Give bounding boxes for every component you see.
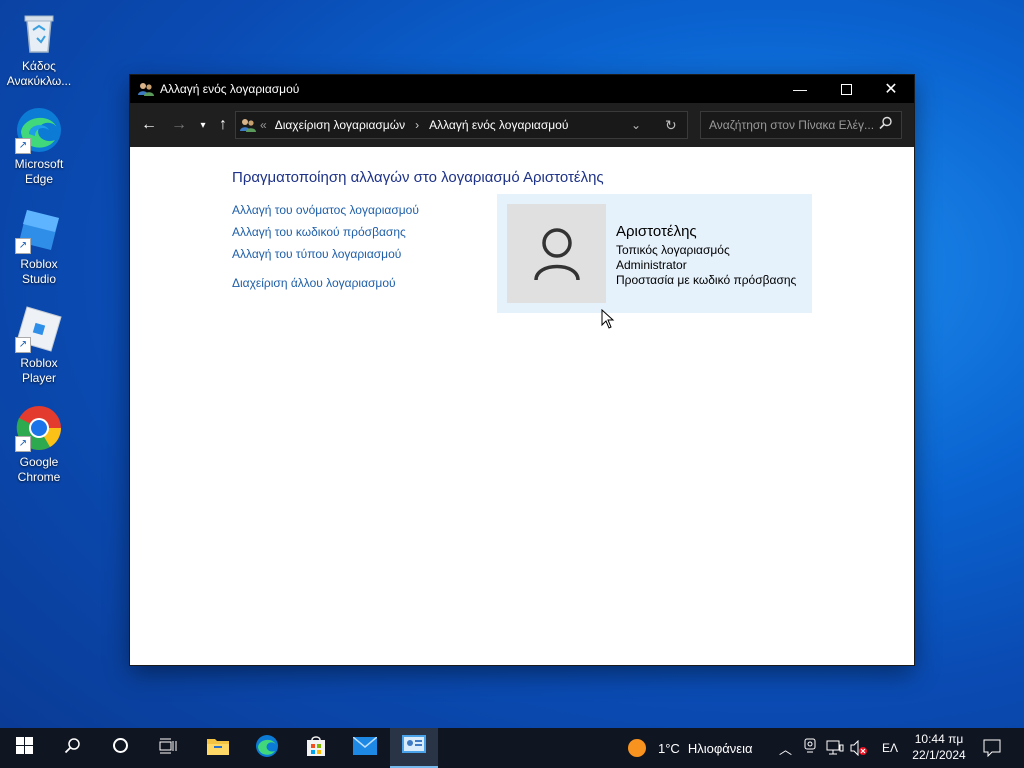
maximize-icon xyxy=(840,83,852,95)
forward-arrow-icon: → xyxy=(171,116,187,133)
window-title: Αλλαγή ενός λογαριασμού xyxy=(160,82,300,96)
desktop-icon-label: Roblox Player xyxy=(20,356,58,385)
input-language-indicator[interactable]: ΕΛ xyxy=(882,741,898,755)
content-area: Πραγματοποίηση αλλαγών στο λογαριασμό Αρ… xyxy=(130,147,914,665)
desktop-icon-roblox-studio[interactable]: ↗ Roblox Studio xyxy=(2,206,76,287)
mail-icon xyxy=(352,735,378,760)
breadcrumb-chevron-icon: › xyxy=(415,118,420,132)
edge-icon: ↗ xyxy=(15,106,63,154)
weather-temperature: 1°C xyxy=(658,740,680,756)
back-button[interactable]: ← xyxy=(138,114,160,136)
file-explorer-button[interactable] xyxy=(194,728,242,768)
start-button[interactable] xyxy=(0,728,48,768)
forward-button[interactable]: → xyxy=(168,114,190,136)
account-name: Αριστοτέλης xyxy=(616,223,697,240)
control-panel-icon xyxy=(402,734,426,760)
search-icon xyxy=(64,737,81,759)
sun-icon xyxy=(628,739,646,757)
mail-button[interactable] xyxy=(341,728,389,768)
cortana-button[interactable] xyxy=(96,728,144,768)
shortcut-arrow-icon: ↗ xyxy=(15,337,31,353)
edge-taskbar-button[interactable] xyxy=(243,728,291,768)
address-bar[interactable]: « Διαχείριση λογαριασμών › Αλλαγή ενός λ… xyxy=(235,111,688,139)
window-titlebar[interactable]: Αλλαγή ενός λογαριασμού — ✕ xyxy=(130,75,914,103)
task-view-icon xyxy=(159,738,177,759)
search-button[interactable] xyxy=(48,728,96,768)
address-history-button[interactable]: ⌄ xyxy=(631,118,641,132)
shortcut-arrow-icon: ↗ xyxy=(15,238,31,254)
search-box[interactable]: Αναζήτηση στον Πίνακα Ελέγ... xyxy=(700,111,902,139)
account-role: Administrator xyxy=(616,258,687,272)
desktop-icon-label: Google Chrome xyxy=(17,455,61,484)
show-hidden-icons-button[interactable]: ︿ xyxy=(779,739,792,758)
weather-description: Ηλιοφάνεια xyxy=(687,740,753,756)
desktop-icon-roblox-player[interactable]: ↗ Roblox Player xyxy=(2,305,76,386)
windows-logo-icon xyxy=(15,737,33,759)
edge-icon xyxy=(255,734,279,763)
notifications-icon[interactable] xyxy=(983,739,1001,762)
meet-now-icon[interactable] xyxy=(803,738,817,759)
breadcrumb-overflow[interactable]: « xyxy=(260,118,267,132)
close-button[interactable]: ✕ xyxy=(868,75,914,103)
refresh-button[interactable]: ↻ xyxy=(665,117,677,134)
task-view-button[interactable] xyxy=(144,728,192,768)
desktop-icon-label: Κάδος Ανακύκλω... xyxy=(6,59,72,88)
clock[interactable]: 10:44 πμ 22/1/2024 xyxy=(906,731,972,763)
users-icon xyxy=(138,81,154,97)
clock-time: 10:44 πμ xyxy=(914,732,964,746)
recycle-bin-icon xyxy=(15,8,63,56)
page-title: Πραγματοποίηση αλλαγών στο λογαριασμό Αρ… xyxy=(232,169,604,186)
minimize-icon: — xyxy=(793,81,807,97)
chrome-icon: ↗ xyxy=(15,404,63,452)
breadcrumb-manage-accounts[interactable]: Διαχείριση λογαριασμών xyxy=(275,118,405,132)
clock-date: 22/1/2024 xyxy=(912,748,966,762)
control-panel-window: Αλλαγή ενός λογαριασμού — ✕ ← → ▾ ↑ « Δι… xyxy=(130,75,914,665)
mouse-cursor-icon xyxy=(601,308,615,334)
link-change-account-name[interactable]: Αλλαγή του ονόματος λογαριασμού xyxy=(232,203,419,217)
desktop-icon-chrome[interactable]: ↗ Google Chrome xyxy=(2,404,76,485)
back-arrow-icon: ← xyxy=(141,116,157,133)
account-type: Τοπικός λογαριασμός xyxy=(616,243,730,257)
roblox-player-icon: ↗ xyxy=(15,305,63,353)
user-avatar-icon xyxy=(507,204,606,303)
volume-muted-icon[interactable] xyxy=(850,739,868,761)
roblox-studio-icon: ↗ xyxy=(15,206,63,254)
shortcut-arrow-icon: ↗ xyxy=(15,436,31,452)
recent-locations-button[interactable]: ▾ xyxy=(192,114,214,136)
account-protection: Προστασία με κωδικό πρόσβασης xyxy=(616,273,797,287)
minimize-button[interactable]: — xyxy=(777,75,823,103)
chevron-down-icon: ▾ xyxy=(200,119,206,131)
desktop-icon-label: Microsoft Edge xyxy=(14,157,64,186)
search-icon[interactable] xyxy=(879,116,893,133)
folder-icon xyxy=(206,736,230,761)
desktop-icon-label: Roblox Studio xyxy=(20,257,58,286)
up-arrow-icon: ↑ xyxy=(219,116,227,133)
taskbar: 1°C Ηλιοφάνεια ︿ ΕΛ 10:44 πμ 22/1/2024 xyxy=(0,728,1024,768)
cortana-icon xyxy=(112,737,129,759)
breadcrumb-change-account[interactable]: Αλλαγή ενός λογαριασμού xyxy=(429,118,568,132)
network-icon[interactable] xyxy=(826,740,844,761)
shortcut-arrow-icon: ↗ xyxy=(15,138,31,154)
link-manage-another-account[interactable]: Διαχείριση άλλου λογαριασμού xyxy=(232,276,396,290)
up-button[interactable]: ↑ xyxy=(212,114,234,136)
store-button[interactable] xyxy=(292,728,340,768)
close-icon: ✕ xyxy=(884,81,898,98)
store-icon xyxy=(305,735,327,762)
weather-widget[interactable]: 1°C Ηλιοφάνεια xyxy=(628,728,752,768)
users-icon xyxy=(240,117,256,133)
control-panel-taskbar-button[interactable] xyxy=(390,728,438,768)
link-change-password[interactable]: Αλλαγή του κωδικού πρόσβασης xyxy=(232,225,406,239)
maximize-button[interactable] xyxy=(823,75,869,103)
navigation-bar: ← → ▾ ↑ « Διαχείριση λογαριασμών › Αλλαγ… xyxy=(130,103,914,147)
desktop-icon-recycle-bin[interactable]: Κάδος Ανακύκλω... xyxy=(2,8,76,89)
desktop-icon-edge[interactable]: ↗ Microsoft Edge xyxy=(2,106,76,187)
link-change-account-type[interactable]: Αλλαγή του τύπου λογαριασμού xyxy=(232,247,401,261)
search-input[interactable]: Αναζήτηση στον Πίνακα Ελέγ... xyxy=(709,118,874,132)
account-card: Αριστοτέλης Τοπικός λογαριασμός Administ… xyxy=(497,194,812,313)
